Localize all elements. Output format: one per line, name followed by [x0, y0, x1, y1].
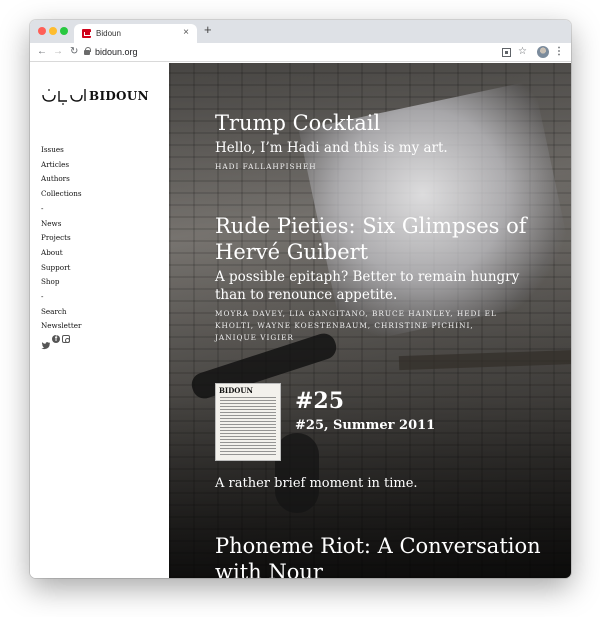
bookmark-star-icon[interactable]: ☆	[518, 46, 527, 57]
tab-close-icon[interactable]: ×	[183, 27, 189, 38]
maximize-window-button[interactable]	[60, 27, 68, 35]
arabic-logo-icon	[42, 89, 86, 105]
article-card[interactable]: Trump Cocktail Hello, I’m Hadi and this …	[215, 110, 545, 173]
forward-arrow-icon[interactable]: →	[53, 46, 63, 57]
bidoun-favicon-icon	[82, 29, 91, 38]
issue-description: A rather brief moment in time.	[215, 476, 418, 491]
tab-strip: Bidoun × +	[30, 20, 571, 43]
article-card[interactable]: Rude Pieties: Six Glimpses of Hervé Guib…	[215, 213, 545, 344]
browser-menu-icon[interactable]: ⋮	[554, 46, 564, 57]
back-arrow-icon[interactable]: ←	[37, 46, 47, 57]
article-card[interactable]: Phoneme Riot: A Conversation with Nour	[215, 533, 545, 578]
nav-news[interactable]: News	[41, 217, 82, 232]
web-page: BIDOUN Issues Articles Authors Collectio…	[30, 63, 571, 578]
profile-avatar[interactable]	[537, 46, 549, 58]
nav-about[interactable]: About	[41, 246, 82, 261]
cover-logo: BIDOUN	[219, 386, 253, 395]
lock-icon[interactable]	[84, 47, 91, 55]
minimize-window-button[interactable]	[49, 27, 57, 35]
article-authors[interactable]: Hadi Fallahpisheh	[215, 161, 515, 173]
nav-authors[interactable]: Authors	[41, 172, 82, 187]
logo-wordmark: BIDOUN	[89, 89, 149, 103]
issue-cover-image[interactable]: BIDOUN	[215, 383, 281, 461]
article-title[interactable]: Rude Pieties: Six Glimpses of Hervé Guib…	[215, 213, 545, 265]
issue-card[interactable]: BIDOUN #25 #25, Summer 2011 A rather bri…	[215, 383, 545, 493]
nav-support[interactable]: Support	[41, 261, 82, 276]
hero-photo-cart	[398, 349, 571, 371]
site-nav: Issues Articles Authors Collections - Ne…	[41, 143, 82, 334]
address-toolbar: ← → ↻ bidoun.org ☆ ⋮	[30, 43, 571, 62]
url-text[interactable]: bidoun.org	[95, 47, 138, 57]
nav-separator: -	[41, 292, 44, 302]
hero-feed: Trump Cocktail Hello, I’m Hadi and this …	[169, 63, 571, 578]
issue-season[interactable]: #25, Summer 2011	[295, 418, 435, 433]
nav-articles[interactable]: Articles	[41, 158, 82, 173]
tab-title: Bidoun	[96, 29, 121, 38]
qr-code-icon[interactable]	[502, 48, 511, 57]
article-title[interactable]: Phoneme Riot: A Conversation with Nour	[215, 533, 545, 578]
facebook-icon[interactable]: f	[52, 335, 60, 343]
nav-search[interactable]: Search	[41, 305, 82, 320]
twitter-icon[interactable]	[41, 335, 51, 350]
article-subtitle: Hello, I’m Hadi and this is my art.	[215, 140, 448, 156]
nav-projects[interactable]: Projects	[41, 231, 82, 246]
new-tab-button[interactable]: +	[204, 22, 212, 37]
reload-icon[interactable]: ↻	[70, 46, 78, 57]
browser-window: Bidoun × + ← → ↻ bidoun.org ☆ ⋮ BIDOUN I…	[30, 20, 571, 578]
nav-separator: -	[41, 203, 44, 213]
tab-bidoun[interactable]: Bidoun ×	[74, 24, 197, 43]
close-window-button[interactable]	[38, 27, 46, 35]
nav-shop[interactable]: Shop	[41, 275, 82, 290]
nav-issues[interactable]: Issues	[41, 143, 82, 158]
article-title[interactable]: Trump Cocktail	[215, 110, 545, 136]
site-sidebar: BIDOUN Issues Articles Authors Collectio…	[30, 63, 169, 578]
article-authors[interactable]: Moyra Davey, Lia Gangitano, Bruce Hainle…	[215, 308, 515, 344]
nav-newsletter[interactable]: Newsletter	[41, 319, 82, 334]
article-subtitle: A possible epitaph? Better to remain hun…	[215, 269, 520, 303]
issue-number[interactable]: #25	[295, 388, 344, 414]
cover-text-lines	[220, 397, 276, 457]
instagram-icon[interactable]	[62, 335, 70, 343]
nav-collections[interactable]: Collections	[41, 187, 82, 202]
